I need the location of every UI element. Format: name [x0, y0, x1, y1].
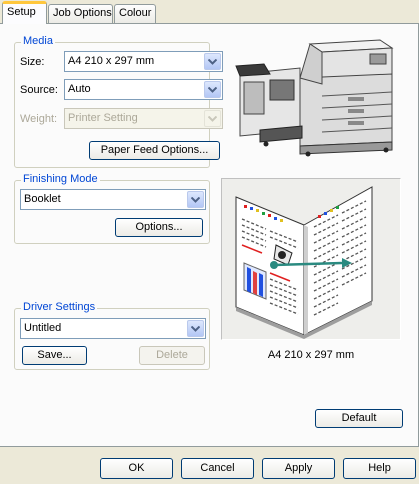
- default-button[interactable]: Default: [315, 409, 403, 428]
- finishing-mode-legend: Finishing Mode: [21, 173, 100, 185]
- driver-settings-legend: Driver Settings: [21, 301, 98, 313]
- ok-button[interactable]: OK: [100, 458, 173, 479]
- save-button[interactable]: Save...: [22, 346, 87, 365]
- size-select[interactable]: A4 210 x 297 mm: [64, 51, 223, 72]
- source-value: Auto: [68, 83, 91, 95]
- weight-value: Printer Setting: [68, 112, 138, 124]
- chevron-down-icon[interactable]: [187, 320, 204, 337]
- weight-select: Printer Setting: [64, 108, 223, 129]
- cancel-button[interactable]: Cancel: [181, 458, 254, 479]
- driver-settings-value: Untitled: [24, 322, 62, 334]
- delete-button: Delete: [139, 346, 205, 365]
- chevron-down-icon[interactable]: [187, 191, 204, 208]
- apply-button[interactable]: Apply: [262, 458, 335, 479]
- tab-colour-label: Colour: [119, 7, 152, 19]
- size-label: Size:: [20, 56, 45, 68]
- tab-job-options-label: Job Options: [53, 7, 112, 19]
- paper-feed-options-button[interactable]: Paper Feed Options...: [89, 141, 220, 160]
- tab-strip: Setup Job Options Colour: [0, 0, 419, 24]
- tab-setup-label: Setup: [7, 6, 36, 18]
- tab-setup[interactable]: Setup: [2, 1, 47, 24]
- size-value: A4 210 x 297 mm: [68, 55, 155, 67]
- weight-label: Weight:: [20, 113, 58, 125]
- chevron-down-icon[interactable]: [204, 81, 221, 98]
- chevron-down-icon[interactable]: [204, 53, 221, 70]
- driver-settings-select[interactable]: Untitled: [20, 318, 206, 339]
- finishing-options-button[interactable]: Options...: [115, 218, 203, 237]
- media-legend: Media: [21, 35, 55, 47]
- finishing-mode-value: Booklet: [24, 193, 61, 205]
- printer-illustration: [230, 38, 402, 158]
- tab-colour[interactable]: Colour: [114, 4, 156, 23]
- source-label: Source:: [20, 84, 58, 96]
- source-select[interactable]: Auto: [64, 79, 223, 100]
- preview-caption: A4 210 x 297 mm: [267, 349, 355, 361]
- booklet-preview: [221, 178, 401, 340]
- booklet-preview-image: [235, 186, 373, 339]
- tab-job-options[interactable]: Job Options: [48, 4, 113, 23]
- chevron-down-icon: [204, 110, 221, 127]
- finishing-mode-select[interactable]: Booklet: [20, 189, 206, 210]
- help-button[interactable]: Help: [343, 458, 416, 479]
